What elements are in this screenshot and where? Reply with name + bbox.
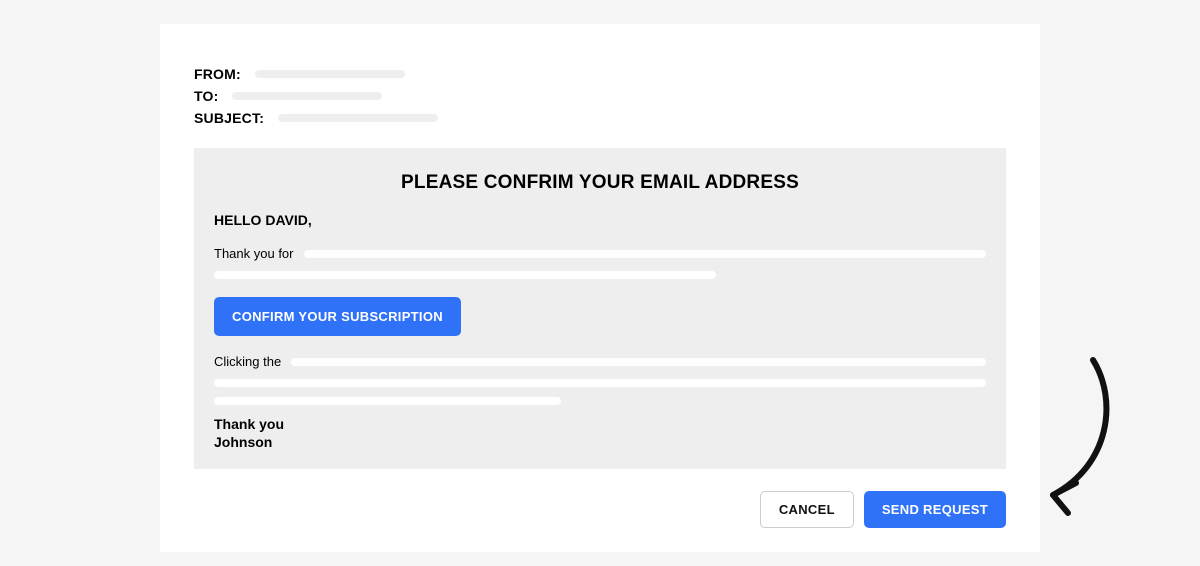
body-line-2: Clicking the — [214, 354, 986, 369]
email-headers: FROM: TO: SUBJECT: — [194, 64, 1006, 128]
from-label: FROM: — [194, 66, 241, 82]
to-value-placeholder[interactable] — [232, 92, 382, 100]
compose-card: FROM: TO: SUBJECT: PLEASE CONFRIM YOUR E… — [160, 24, 1040, 552]
text-placeholder — [214, 397, 561, 405]
confirm-subscription-button[interactable]: CONFIRM YOUR SUBSCRIPTION — [214, 297, 461, 336]
arrow-annotation-icon — [1028, 355, 1118, 525]
signoff-line-2: Johnson — [214, 433, 986, 451]
cancel-button[interactable]: CANCEL — [760, 491, 854, 528]
to-row: TO: — [194, 86, 1006, 106]
email-greeting: HELLO DAVID, — [214, 212, 986, 228]
text-placeholder — [214, 271, 716, 279]
send-request-button[interactable]: SEND REQUEST — [864, 491, 1006, 528]
from-row: FROM: — [194, 64, 1006, 84]
text-placeholder — [304, 250, 987, 258]
footer-actions: CANCEL SEND REQUEST — [194, 491, 1006, 528]
signoff: Thank you Johnson — [214, 415, 986, 451]
body-line-2-lead: Clicking the — [214, 354, 281, 369]
subject-row: SUBJECT: — [194, 108, 1006, 128]
signoff-line-1: Thank you — [214, 415, 986, 433]
text-placeholder — [291, 358, 986, 366]
from-value-placeholder[interactable] — [255, 70, 405, 78]
email-body-title: PLEASE CONFRIM YOUR EMAIL ADDRESS — [214, 172, 986, 194]
body-line-1-lead: Thank you for — [214, 246, 294, 261]
subject-value-placeholder[interactable] — [278, 114, 438, 122]
body-line-1: Thank you for — [214, 246, 986, 261]
email-body-panel: PLEASE CONFRIM YOUR EMAIL ADDRESS HELLO … — [194, 148, 1006, 469]
text-placeholder — [214, 379, 986, 387]
to-label: TO: — [194, 88, 218, 104]
subject-label: SUBJECT: — [194, 110, 264, 126]
